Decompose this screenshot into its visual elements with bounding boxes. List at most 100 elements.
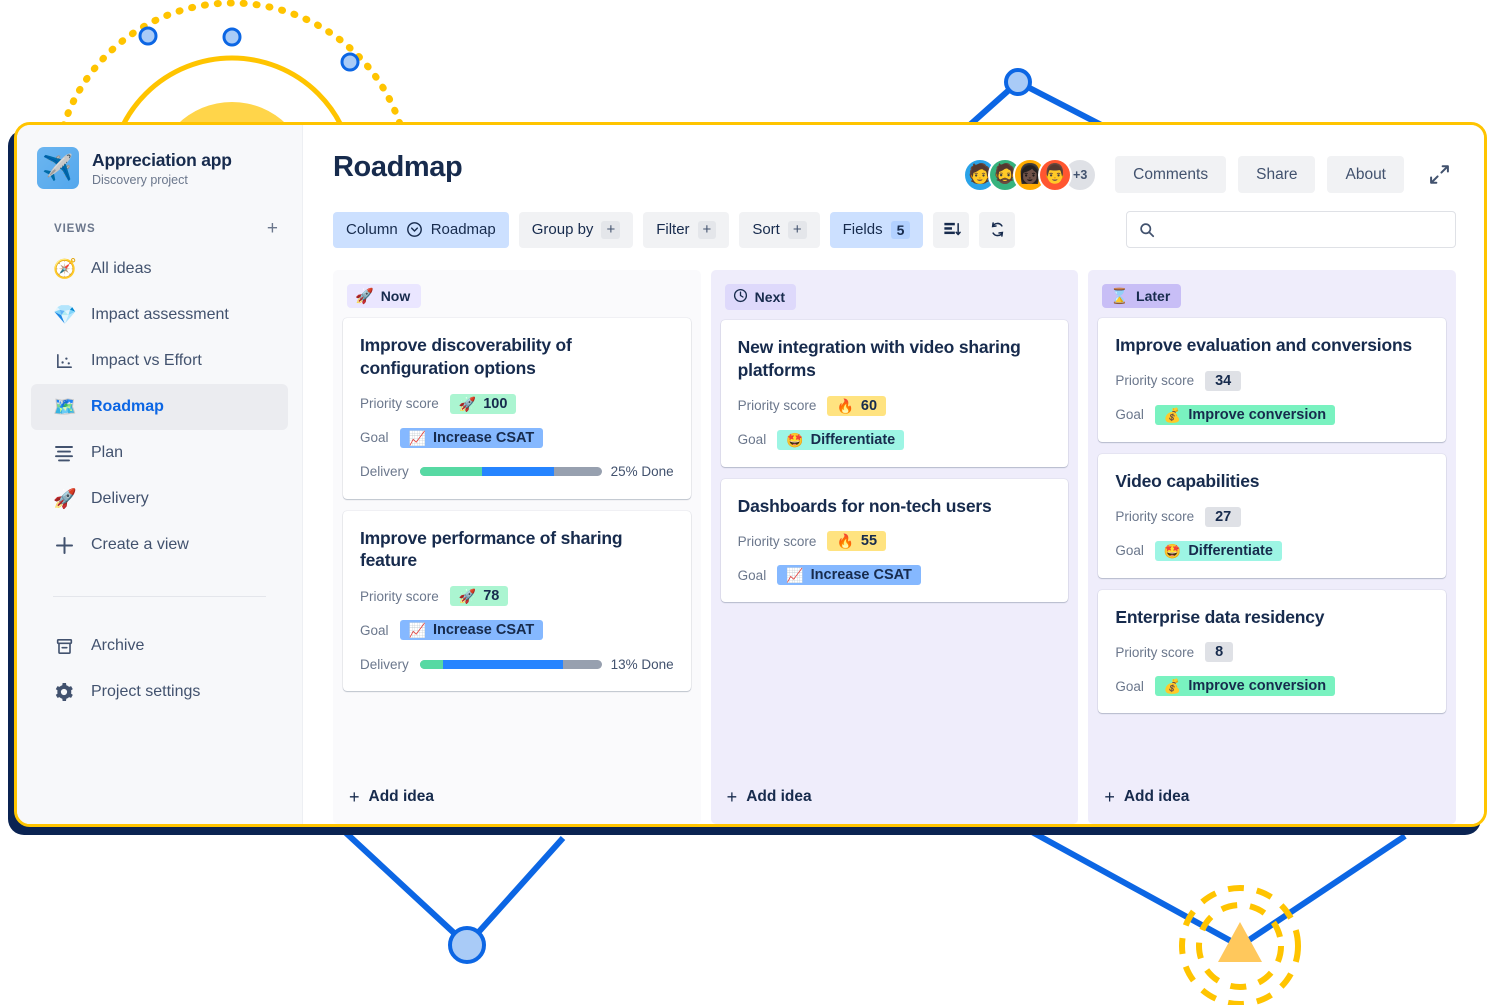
sidebar-item-create-a-view[interactable]: Create a view [31, 522, 288, 568]
search-box[interactable] [1126, 211, 1456, 248]
goal-row: Goal 💰 Improve conversion [1115, 403, 1429, 427]
idea-card[interactable]: Dashboards for non-tech users Priority s… [720, 478, 1069, 603]
delivery-done-text: 13% Done [610, 656, 674, 672]
column-selector[interactable]: Column Roadmap [333, 211, 509, 248]
fields-button[interactable]: Fields 5 [829, 211, 924, 248]
priority-score-value: 27 [1215, 508, 1232, 525]
idea-card[interactable]: Video capabilities Priority score 27 Goa… [1098, 453, 1447, 578]
avatar-group[interactable]: 🧑 🧔 👩🏿 👨 +3 [963, 157, 1098, 192]
card-title: Improve evaluation and conversions [1115, 335, 1412, 355]
plus-icon: + [601, 220, 621, 239]
sidebar-item-roadmap[interactable]: 🗺️ Roadmap [31, 384, 288, 430]
idea-card[interactable]: Improve evaluation and conversions Prior… [1098, 318, 1447, 442]
priority-score-value: 34 [1215, 372, 1232, 389]
column-badge-later[interactable]: ⌛ Later [1102, 284, 1182, 308]
sort-button[interactable]: Sort + [739, 211, 820, 248]
goal-badge[interactable]: 💰 Improve conversion [1154, 676, 1336, 697]
plus-icon: + [1104, 787, 1115, 807]
add-idea-button-next[interactable]: + Add idea [721, 774, 1069, 824]
topbar: Roadmap 🧑 🧔 👩🏿 👨 +3 Comments Share About [303, 125, 1484, 193]
column-badge-next[interactable]: Next [724, 284, 797, 310]
rocket-icon: 🚀 [355, 287, 374, 305]
priority-score-badge[interactable]: 🚀 78 [449, 586, 509, 606]
sync-button[interactable] [979, 211, 1016, 248]
goal-badge[interactable]: 📈 Increase CSAT [399, 427, 544, 448]
compass-icon: 🧭 [53, 258, 77, 280]
main-content: Roadmap 🧑 🧔 👩🏿 👨 +3 Comments Share About [303, 125, 1484, 824]
card-title: Dashboards for non-tech users [737, 495, 992, 516]
project-name: Appreciation app [92, 149, 232, 170]
expand-diagonal-icon[interactable] [1422, 158, 1456, 192]
field-label: Goal [1115, 543, 1144, 558]
goal-value: Improve conversion [1188, 678, 1327, 695]
sidebar-item-plan[interactable]: Plan [31, 430, 288, 476]
comments-button[interactable]: Comments [1115, 156, 1227, 193]
avatar[interactable]: 👨 [1038, 157, 1073, 192]
roadmap-board: 🚀 Now Improve discoverability of configu… [303, 248, 1484, 824]
sidebar-item-label: Impact vs Effort [91, 352, 202, 369]
delivery-progress[interactable]: 25% Done [419, 464, 674, 479]
project-header[interactable]: ✈️ Appreciation app Discovery project [17, 147, 302, 189]
group-by-button[interactable]: Group by + [518, 211, 634, 248]
delivery-row: Delivery 25% Done [360, 460, 674, 484]
fields-count-badge: 5 [890, 220, 911, 239]
sync-icon [988, 220, 1007, 239]
priority-score-badge[interactable]: 🚀 100 [449, 393, 517, 414]
column-badge-now[interactable]: 🚀 Now [347, 284, 422, 308]
money-bag-icon: 💰 [1163, 406, 1182, 423]
bottom-right-connector-line [1030, 829, 1407, 949]
share-button[interactable]: Share [1238, 156, 1316, 193]
goal-badge[interactable]: 📈 Increase CSAT [777, 565, 921, 586]
delivery-done-text: 25% Done [610, 464, 674, 479]
project-avatar: ✈️ [37, 147, 79, 189]
field-label: Delivery [360, 656, 409, 672]
sidebar-item-impact-assessment[interactable]: 💎 Impact assessment [31, 292, 288, 338]
sidebar-divider [53, 596, 266, 597]
project-subtitle: Discovery project [92, 172, 188, 187]
idea-card[interactable]: Improve performance of sharing feature P… [343, 510, 691, 691]
sidebar-item-impact-vs-effort[interactable]: Impact vs Effort [31, 338, 288, 384]
idea-card[interactable]: New integration with video sharing platf… [720, 320, 1069, 467]
target-ring-outer [1179, 885, 1301, 1005]
sidebar-item-all-ideas[interactable]: 🧭 All ideas [31, 246, 288, 292]
arc-node-left [138, 26, 158, 46]
sidebar-item-project-settings[interactable]: Project settings [31, 669, 288, 715]
progress-segment-green [419, 659, 444, 669]
goal-badge[interactable]: 📈 Increase CSAT [399, 620, 544, 640]
progress-segment-green [419, 467, 482, 476]
chart-increasing-icon: 📈 [408, 429, 426, 446]
money-bag-icon: 💰 [1163, 678, 1182, 695]
priority-score-badge[interactable]: 🔥 55 [827, 531, 887, 552]
priority-score-badge[interactable]: 🔥 60 [827, 395, 887, 416]
goal-badge[interactable]: 🤩 Differentiate [1154, 540, 1282, 561]
card-layout-button[interactable] [933, 211, 970, 248]
add-view-icon[interactable]: + [267, 219, 278, 238]
filter-label: Filter [656, 221, 690, 238]
priority-score-badge[interactable]: 8 [1205, 642, 1234, 663]
fields-label: Fields [842, 221, 883, 238]
priority-score-row: Priority score 8 [1115, 640, 1429, 664]
priority-score-row: Priority score 🚀 78 [360, 584, 674, 608]
idea-card[interactable]: Enterprise data residency Priority score… [1098, 589, 1447, 714]
sidebar-item-archive[interactable]: Archive [31, 623, 288, 669]
page-title: Roadmap [333, 151, 463, 183]
fire-icon: 🔥 [836, 533, 854, 550]
about-button[interactable]: About [1327, 156, 1404, 193]
field-label: Goal [737, 567, 767, 583]
idea-card[interactable]: Improve discoverability of configuration… [343, 318, 691, 499]
map-icon: 🗺️ [53, 396, 77, 418]
field-label: Goal [1115, 678, 1144, 694]
goal-badge[interactable]: 🤩 Differentiate [777, 429, 905, 450]
goal-badge[interactable]: 💰 Improve conversion [1154, 404, 1336, 425]
sidebar-item-delivery[interactable]: 🚀 Delivery [31, 476, 288, 522]
add-idea-button-later[interactable]: + Add idea [1098, 774, 1446, 824]
search-icon [1139, 222, 1155, 238]
priority-score-badge[interactable]: 27 [1205, 506, 1242, 527]
rocket-icon: 🚀 [53, 488, 77, 510]
filter-button[interactable]: Filter + [643, 211, 730, 248]
progress-segment-blue [481, 467, 555, 476]
priority-score-badge[interactable]: 34 [1205, 370, 1242, 391]
search-input[interactable] [1164, 221, 1443, 238]
add-idea-button-now[interactable]: + Add idea [343, 774, 691, 824]
delivery-progress[interactable]: 13% Done [419, 656, 674, 672]
